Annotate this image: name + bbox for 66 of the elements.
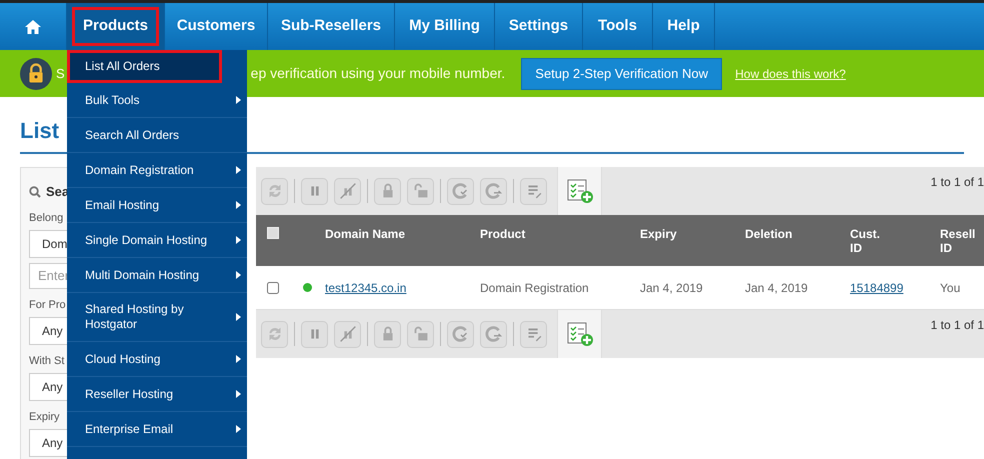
- edit-list-button[interactable]: [520, 178, 547, 204]
- column-header: Cust. ID: [850, 226, 880, 255]
- menu-item[interactable]: Single Domain Hosting: [67, 223, 247, 258]
- pause-button[interactable]: [301, 320, 328, 348]
- menu-item[interactable]: Email Hosting: [67, 188, 247, 223]
- menu-item[interactable]: Bulk Tools: [67, 83, 247, 118]
- nav-tab[interactable]: Help: [659, 10, 708, 43]
- check-circle-button[interactable]: [447, 178, 474, 204]
- table-link[interactable]: 15184899: [850, 280, 904, 294]
- menu-item[interactable]: List All Orders: [67, 50, 222, 83]
- lock-button[interactable]: [374, 320, 401, 348]
- table-cell: Domain Registration: [480, 280, 589, 294]
- nav-tab[interactable]: Products: [72, 7, 159, 46]
- table-cell: You: [940, 280, 960, 294]
- menu-item[interactable]: Search All Orders: [67, 118, 247, 153]
- field-label: Expiry: [29, 410, 60, 424]
- unlock-button[interactable]: [407, 178, 434, 204]
- edit-list-button[interactable]: [520, 320, 547, 348]
- lock-button[interactable]: [374, 178, 401, 204]
- field-label: With St: [29, 354, 64, 368]
- arrow-circle-button[interactable]: [480, 178, 507, 204]
- nav-tab[interactable]: My Billing: [401, 10, 488, 43]
- banner-text: ep verification using your mobile number.: [250, 64, 506, 83]
- column-header: Domain Name: [325, 226, 406, 241]
- suspend-button[interactable]: [334, 178, 361, 204]
- table-cell: Jan 4, 2019: [640, 280, 703, 294]
- arrow-circle-button[interactable]: [480, 320, 507, 348]
- table-cell: Jan 4, 2019: [745, 280, 808, 294]
- nav-tab[interactable]: Settings: [500, 10, 576, 43]
- menu-item[interactable]: Multi Domain Hosting: [67, 258, 247, 293]
- add-list-button[interactable]: [557, 310, 602, 358]
- pagination-text: 1 to 1 of 1: [930, 174, 984, 191]
- pagination-text: 1 to 1 of 1: [930, 317, 984, 334]
- add-list-button[interactable]: [557, 167, 602, 215]
- banner-text: S: [56, 64, 65, 83]
- menu-item[interactable]: Reseller Hosting: [67, 377, 247, 412]
- unlock-button[interactable]: [407, 320, 434, 348]
- select-all-checkbox[interactable]: [267, 227, 279, 239]
- nav-tab[interactable]: Customers: [168, 10, 264, 43]
- column-header: Product: [480, 226, 526, 241]
- arrow-circle-icon: [482, 180, 504, 202]
- page-title: List: [20, 117, 60, 145]
- column-header: Resell ID: [940, 226, 976, 255]
- menu-item[interactable]: Cloud Hosting: [67, 342, 247, 377]
- menu-item[interactable]: Domain Registration: [67, 153, 247, 188]
- refresh-button[interactable]: [261, 320, 288, 348]
- search-icon: [29, 186, 41, 198]
- nav-tab[interactable]: Tools: [590, 10, 645, 43]
- column-header: Deletion: [745, 226, 794, 241]
- check-circle-button[interactable]: [447, 320, 474, 348]
- lock-icon: [20, 58, 52, 90]
- pause-button[interactable]: [301, 178, 328, 204]
- suspend-button[interactable]: [334, 320, 361, 348]
- menu-item[interactable]: Shared Hosting by Hostgator: [67, 293, 247, 342]
- add-list-icon: [566, 178, 594, 204]
- add-list-icon: [566, 321, 594, 347]
- arrow-circle-icon: [482, 323, 504, 345]
- menu-item[interactable]: Enterprise Email: [67, 412, 247, 447]
- nav-tab[interactable]: Sub-Resellers: [272, 10, 390, 43]
- row-checkbox[interactable]: [267, 282, 279, 294]
- field-label: For Pro: [29, 298, 66, 312]
- setup-verification-button[interactable]: Setup 2-Step Verification Now: [521, 58, 722, 90]
- column-header: Expiry: [640, 226, 678, 241]
- table-link[interactable]: test12345.co.in: [325, 280, 406, 294]
- field-label: Belong: [29, 210, 64, 226]
- refresh-button[interactable]: [261, 178, 288, 204]
